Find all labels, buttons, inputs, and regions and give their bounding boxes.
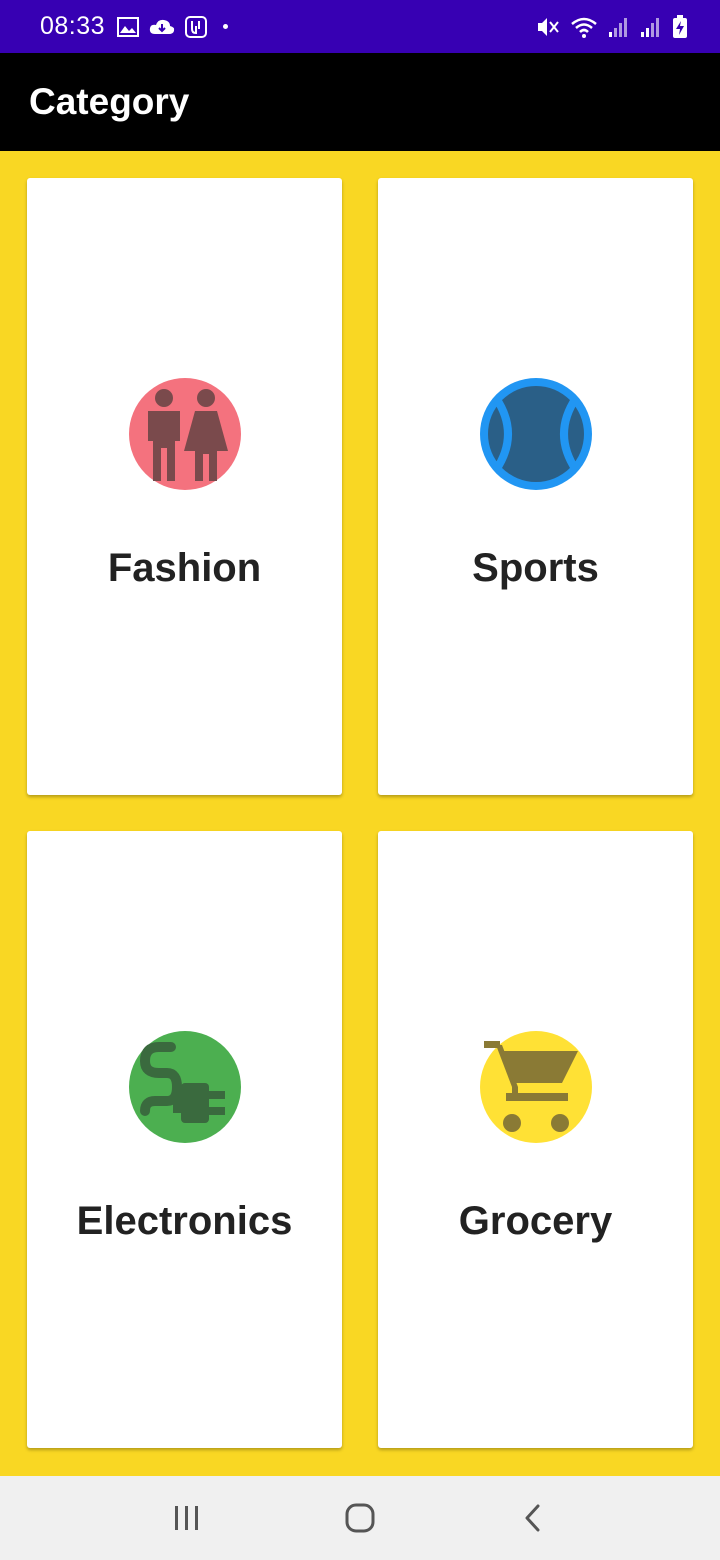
home-icon — [345, 1503, 375, 1533]
category-label: Fashion — [107, 546, 262, 590]
cart-icon — [479, 1031, 592, 1143]
recent-apps-button[interactable] — [157, 1488, 217, 1548]
category-grid: Fashion Sports Electronics Grocery — [0, 151, 720, 1476]
category-card-sports[interactable]: Sports — [378, 178, 693, 795]
cloud-download-icon — [149, 19, 175, 34]
category-label: Sports — [472, 546, 599, 590]
page-title: Category — [29, 81, 190, 122]
category-label: Electronics — [76, 1199, 293, 1243]
category-card-grocery[interactable]: Grocery — [378, 831, 693, 1448]
category-label: Grocery — [458, 1199, 613, 1243]
ball-icon — [479, 378, 592, 490]
navigation-bar — [0, 1476, 720, 1560]
signal-icon — [641, 17, 659, 37]
app-bar: Category — [0, 53, 720, 151]
back-icon — [525, 1504, 540, 1532]
status-left: 08:33 — [40, 12, 229, 41]
image-icon — [117, 16, 140, 37]
notification-icons — [117, 15, 229, 38]
signal-icon — [609, 17, 627, 37]
status-right — [536, 14, 688, 39]
plug-icon — [128, 1031, 241, 1143]
more-notifications-dot — [223, 24, 229, 29]
wifi-icon — [571, 17, 597, 38]
category-card-fashion[interactable]: Fashion — [27, 178, 342, 795]
mute-icon — [538, 17, 559, 36]
status-bar: 08:33 — [0, 0, 720, 53]
home-button[interactable] — [330, 1488, 390, 1548]
category-card-electronics[interactable]: Electronics — [27, 831, 342, 1448]
back-button[interactable] — [503, 1488, 563, 1548]
battery-charging-icon — [673, 14, 687, 38]
recent-apps-icon — [174, 1506, 198, 1530]
fashion-icon — [128, 378, 241, 490]
status-time: 08:33 — [40, 12, 106, 40]
app-notification-icon — [185, 15, 208, 38]
